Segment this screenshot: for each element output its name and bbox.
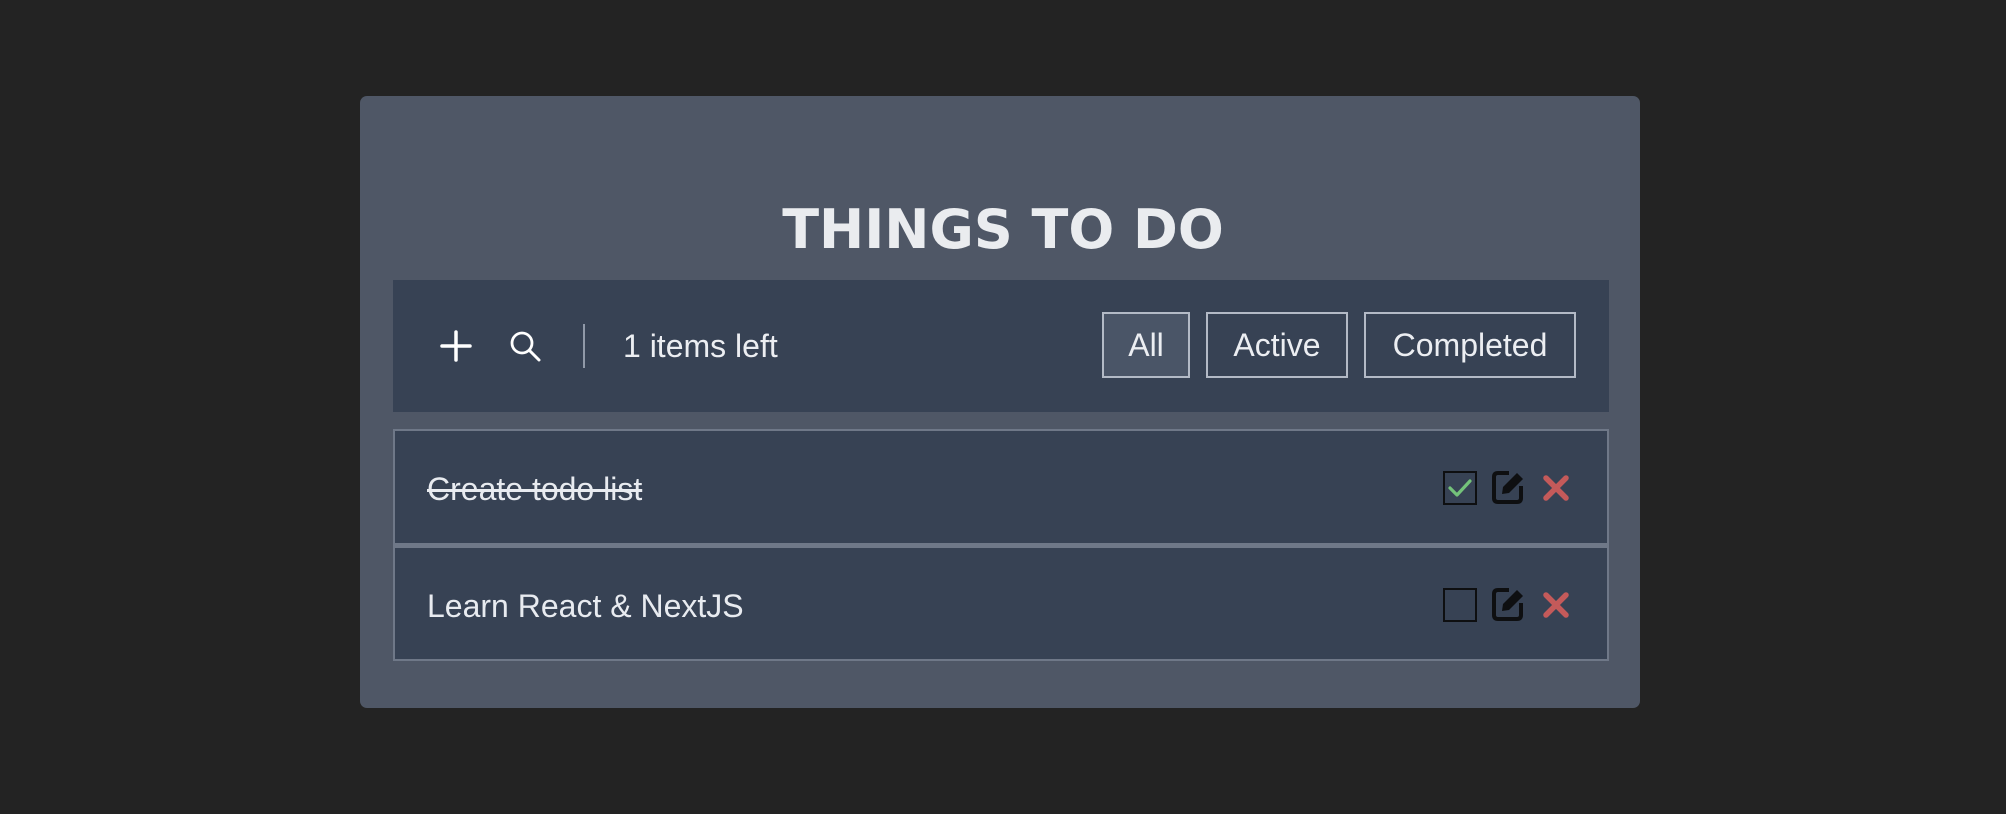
todo-complete-checkbox[interactable] (1443, 471, 1477, 505)
add-button[interactable] (430, 320, 482, 372)
search-button[interactable] (499, 320, 551, 372)
items-left-count: 1 items left (623, 328, 778, 364)
todo-item-text: Create todo list (427, 471, 643, 507)
filter-active-button[interactable]: Active (1206, 312, 1348, 378)
todo-item-actions (1443, 469, 1573, 509)
todo-edit-button[interactable] (1491, 469, 1525, 505)
filter-completed-button[interactable]: Completed (1364, 312, 1576, 378)
todo-item: Learn React & NextJS (393, 545, 1609, 661)
todo-edit-button[interactable] (1491, 586, 1525, 622)
todo-delete-button[interactable] (1539, 471, 1573, 505)
page-title: THINGS TO DO (782, 198, 1224, 261)
check-icon (1448, 479, 1472, 497)
filter-all-button[interactable]: All (1102, 312, 1190, 378)
todo-item-text: Learn React & NextJS (427, 588, 744, 624)
plus-icon (440, 330, 472, 362)
toolbar-divider (583, 324, 585, 368)
close-icon (1543, 475, 1569, 501)
todo-list: Create todo list Learn React & NextJS (393, 429, 1609, 661)
todo-item-actions (1443, 586, 1573, 626)
todo-item: Create todo list (393, 429, 1609, 545)
edit-icon (1492, 471, 1523, 504)
todo-toolbar: 1 items left All Active Completed (393, 280, 1609, 412)
close-icon (1543, 592, 1569, 618)
todo-delete-button[interactable] (1539, 588, 1573, 622)
search-icon (510, 331, 541, 362)
edit-icon (1492, 588, 1523, 621)
todo-complete-checkbox[interactable] (1443, 588, 1477, 622)
